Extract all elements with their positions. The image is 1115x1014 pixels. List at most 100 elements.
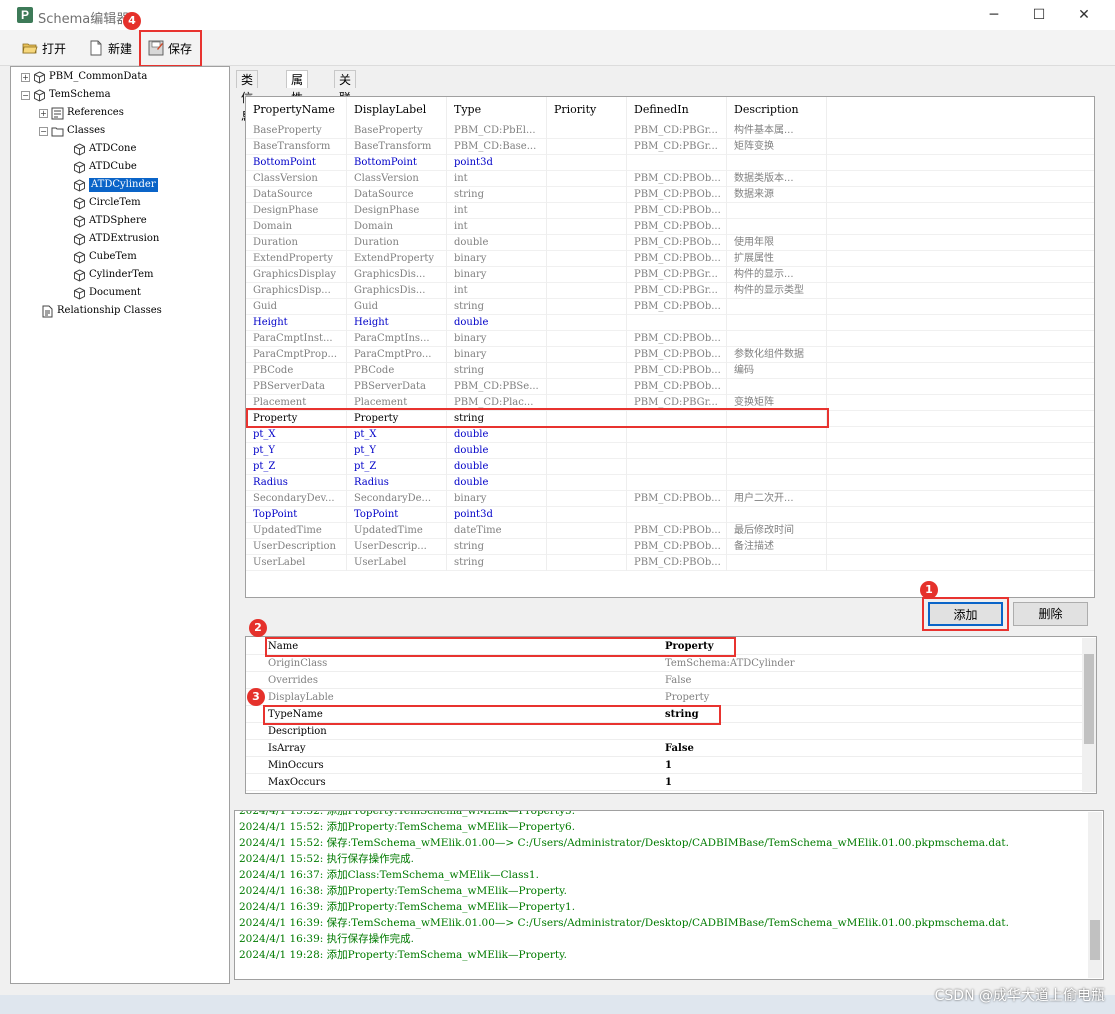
table-row[interactable]: Guid Guid string PBM_CD:PBOb...: [246, 299, 1094, 315]
table-cell[interactable]: ParaCmptPro...: [347, 347, 447, 363]
table-cell[interactable]: Guid: [246, 299, 347, 315]
table-cell[interactable]: [547, 491, 627, 507]
table-cell[interactable]: PBM_CD:PBSe...: [447, 379, 547, 395]
table-cell[interactable]: binary: [447, 251, 547, 267]
collapse-icon[interactable]: −: [21, 90, 30, 100]
column-header[interactable]: Priority: [547, 97, 627, 123]
table-row[interactable]: pt_Y pt_Y double: [246, 443, 1094, 459]
table-row[interactable]: pt_Z pt_Z double: [246, 459, 1094, 475]
table-cell[interactable]: pt_Y: [347, 443, 447, 459]
table-cell[interactable]: [547, 347, 627, 363]
table-cell[interactable]: [727, 507, 827, 523]
table-cell[interactable]: PBServerData: [347, 379, 447, 395]
column-header[interactable]: PropertyName: [246, 97, 347, 123]
tree-node-references[interactable]: + References: [39, 106, 124, 120]
table-cell[interactable]: [727, 475, 827, 491]
table-cell[interactable]: BaseTransform: [347, 139, 447, 155]
table-row[interactable]: DesignPhase DesignPhase int PBM_CD:PBOb...: [246, 203, 1094, 219]
table-cell[interactable]: PBM_CD:PBOb...: [627, 555, 727, 571]
table-cell[interactable]: PBM_CD:PBOb...: [627, 347, 727, 363]
table-cell[interactable]: 数据类版本...: [727, 171, 827, 187]
table-cell[interactable]: [727, 555, 827, 571]
table-cell[interactable]: Radius: [246, 475, 347, 491]
tree-node-class[interactable]: ATDCone: [73, 142, 136, 156]
property-grid[interactable]: PropertyName DisplayLabel Type Priority …: [245, 96, 1095, 598]
table-row[interactable]: TopPoint TopPoint point3d: [246, 507, 1094, 523]
table-cell[interactable]: [547, 523, 627, 539]
column-header[interactable]: Description: [727, 97, 827, 123]
table-cell[interactable]: DataSource: [347, 187, 447, 203]
table-cell[interactable]: string: [447, 187, 547, 203]
table-cell[interactable]: [627, 459, 727, 475]
table-cell[interactable]: [627, 155, 727, 171]
table-cell[interactable]: Radius: [347, 475, 447, 491]
table-cell[interactable]: 最后修改时间: [727, 523, 827, 539]
table-row[interactable]: GraphicsDisp... GraphicsDis... int PBM_CD:P…: [246, 283, 1094, 299]
table-cell[interactable]: binary: [447, 491, 547, 507]
table-cell[interactable]: PBM_CD:PBOb...: [627, 203, 727, 219]
maximize-button[interactable]: ☐: [1016, 0, 1062, 30]
table-cell[interactable]: [547, 267, 627, 283]
table-row[interactable]: Height Height double: [246, 315, 1094, 331]
table-cell[interactable]: PBM_CD:PBGr...: [627, 267, 727, 283]
tree-node-class[interactable]: ATDCylinder: [73, 178, 158, 192]
column-header[interactable]: Type: [447, 97, 547, 123]
table-cell[interactable]: double: [447, 459, 547, 475]
table-row[interactable]: UserDescription UserDescrip... string PBM_C…: [246, 539, 1094, 555]
log-output[interactable]: 2024/4/1 15:52: 添加Property:TemSchema_wME…: [234, 810, 1104, 980]
tab-relations[interactable]: 关联关系: [334, 70, 357, 141]
table-cell[interactable]: [627, 475, 727, 491]
table-cell[interactable]: [627, 315, 727, 331]
table-cell[interactable]: PBM_CD:PbEl...: [447, 123, 547, 139]
table-cell[interactable]: 用户二次开...: [727, 491, 827, 507]
table-cell[interactable]: GraphicsDisplay: [246, 267, 347, 283]
table-row[interactable]: GraphicsDisplay GraphicsDis... binary PBM_C…: [246, 267, 1094, 283]
table-row[interactable]: Radius Radius double: [246, 475, 1094, 491]
table-row[interactable]: SecondaryDev... SecondaryDe... binary PBM_C…: [246, 491, 1094, 507]
property-value[interactable]: 1: [665, 774, 672, 791]
table-cell[interactable]: SecondaryDev...: [246, 491, 347, 507]
table-cell[interactable]: dateTime: [447, 523, 547, 539]
property-value[interactable]: False: [665, 672, 691, 689]
table-cell[interactable]: binary: [447, 267, 547, 283]
table-cell[interactable]: Domain: [246, 219, 347, 235]
tree-node-class[interactable]: ATDSphere: [73, 214, 147, 228]
table-row[interactable]: UpdatedTime UpdatedTime dateTime PBM_CD:PBO…: [246, 523, 1094, 539]
table-row[interactable]: ExtendProperty ExtendProperty binary PBM_CD…: [246, 251, 1094, 267]
table-cell[interactable]: GraphicsDis...: [347, 267, 447, 283]
table-cell[interactable]: UserDescrip...: [347, 539, 447, 555]
property-value[interactable]: Property: [665, 689, 709, 706]
table-cell[interactable]: double: [447, 427, 547, 443]
table-cell[interactable]: [547, 379, 627, 395]
table-cell[interactable]: Domain: [347, 219, 447, 235]
minimize-button[interactable]: ─: [971, 0, 1017, 30]
property-row[interactable]: Description: [246, 723, 1082, 740]
property-row[interactable]: MaxOccurs 1: [246, 774, 1082, 791]
table-cell[interactable]: PBM_CD:PBGr...: [627, 139, 727, 155]
table-cell[interactable]: [727, 427, 827, 443]
table-cell[interactable]: ClassVersion: [347, 171, 447, 187]
table-cell[interactable]: PBM_CD:PBOb...: [627, 235, 727, 251]
delete-button[interactable]: 删除: [1013, 602, 1088, 626]
table-row[interactable]: BottomPoint BottomPoint point3d: [246, 155, 1094, 171]
property-row[interactable]: IsArray False: [246, 740, 1082, 757]
table-cell[interactable]: 构件基本属...: [727, 123, 827, 139]
property-value[interactable]: TemSchema:ATDCylinder: [665, 655, 795, 672]
table-row[interactable]: DataSource DataSource string PBM_CD:PBOb...…: [246, 187, 1094, 203]
table-cell[interactable]: DataSource: [246, 187, 347, 203]
tab-class-info[interactable]: 类信息: [236, 70, 259, 123]
table-cell[interactable]: PBM_CD:PBOb...: [627, 299, 727, 315]
table-cell[interactable]: double: [447, 475, 547, 491]
table-cell[interactable]: point3d: [447, 155, 547, 171]
table-row[interactable]: pt_X pt_X double: [246, 427, 1094, 443]
column-header[interactable]: DisplayLabel: [347, 97, 447, 123]
table-cell[interactable]: BaseTransform: [246, 139, 347, 155]
table-cell[interactable]: int: [447, 219, 547, 235]
table-row[interactable]: PBServerData PBServerData PBM_CD:PBSe... PB…: [246, 379, 1094, 395]
table-cell[interactable]: [547, 331, 627, 347]
table-cell[interactable]: [547, 299, 627, 315]
table-cell[interactable]: double: [447, 235, 547, 251]
table-row[interactable]: Domain Domain int PBM_CD:PBOb...: [246, 219, 1094, 235]
table-cell[interactable]: UpdatedTime: [246, 523, 347, 539]
table-cell[interactable]: TopPoint: [246, 507, 347, 523]
